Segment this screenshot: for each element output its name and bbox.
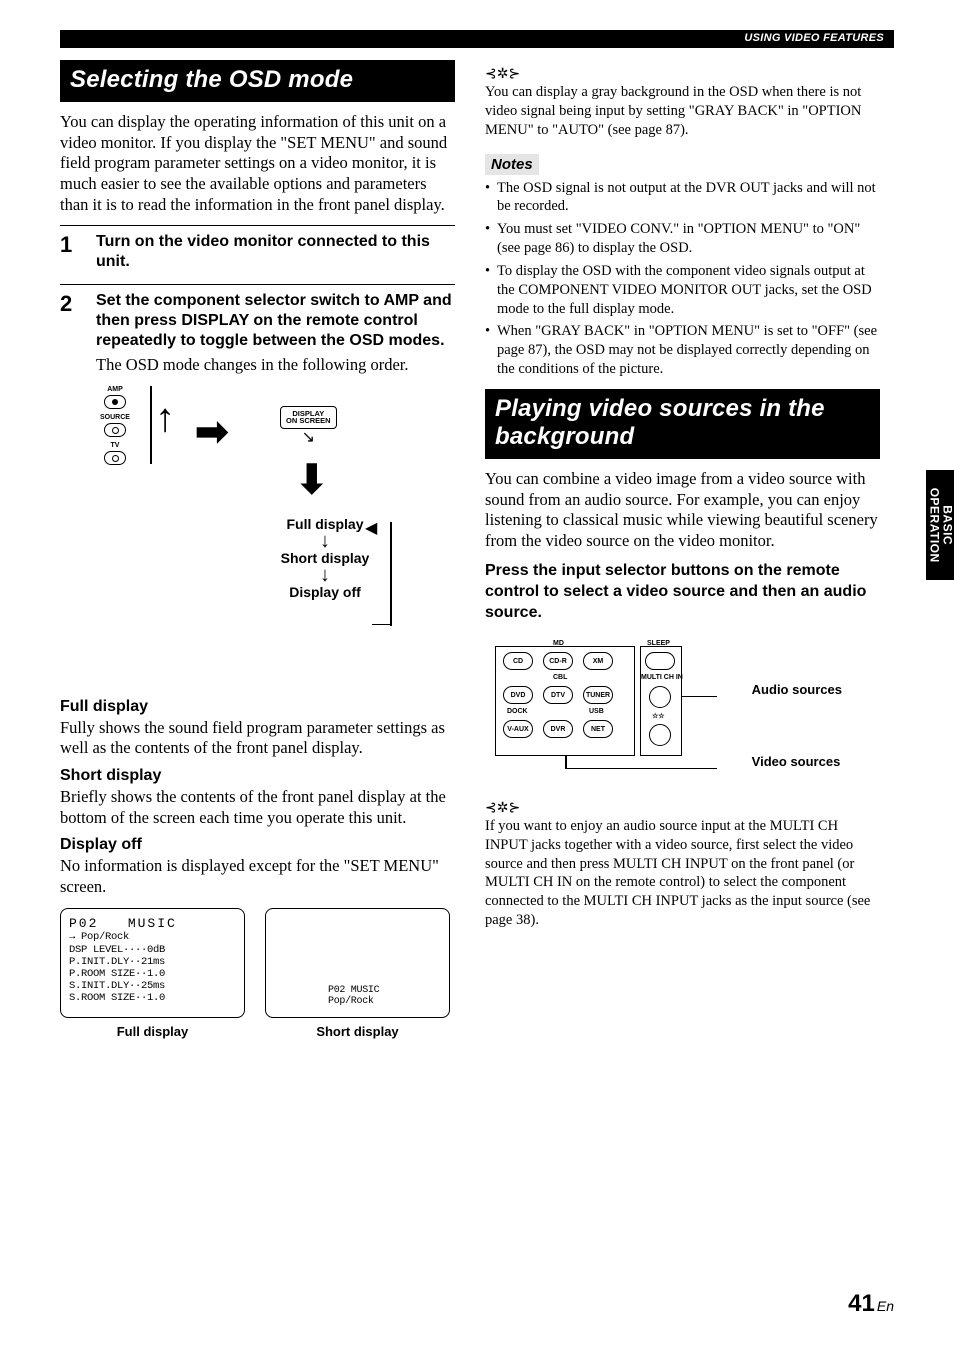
flow-diagram: AMP SOURCE TV ↑ ➡ DISPLAYON SCREEN ↘ ⬇ F… <box>90 386 455 686</box>
notes-heading: Notes <box>485 154 539 175</box>
btn-label: USB <box>589 708 604 715</box>
selector-switch-icon: AMP SOURCE TV <box>90 386 140 470</box>
step-title: Set the component selector switch to AMP… <box>96 291 455 351</box>
side-tab: BASICOPERATION <box>926 470 954 580</box>
header-bar: USING VIDEO FEATURES <box>60 30 894 48</box>
step-number: 2 <box>60 291 82 376</box>
remote-btn: DTV <box>543 686 573 704</box>
tip-text: You can display a gray background in the… <box>485 83 880 140</box>
tip-icon: ⊰✲⊱ <box>485 66 880 83</box>
osd-caption: Short display <box>265 1024 450 1039</box>
note-item: The OSD signal is not output at the DVR … <box>485 179 880 217</box>
section-title-osd: Selecting the OSD mode <box>60 60 455 102</box>
step-2: 2 Set the component selector switch to A… <box>60 291 455 376</box>
audio-sources-label: Audio sources <box>752 682 842 697</box>
connector-line <box>565 768 717 770</box>
instruction-text: Press the input selector buttons on the … <box>485 561 880 623</box>
page-number: 41En <box>848 1290 894 1318</box>
left-column: Selecting the OSD mode You can display t… <box>60 60 455 1039</box>
mode-description: Fully shows the sound field program para… <box>60 718 455 759</box>
remote-btn: V-AUX <box>503 720 533 738</box>
osd-caption: Full display <box>60 1024 245 1039</box>
remote-btn: CD <box>503 652 533 670</box>
osd-full-example: P02 MUSIC → Pop/Rock DSP LEVEL····0dB P.… <box>60 908 245 1039</box>
down-arrow-icon: ⬇ <box>295 456 329 503</box>
connector-line <box>565 756 567 768</box>
tip-text-2: If you want to enjoy an audio source inp… <box>485 817 880 930</box>
section-title-bg: Playing video sources in the background <box>485 389 880 459</box>
cycle-stages: Full display ◀ ↓ Short display ↓ Display… <box>250 516 400 600</box>
tip-icon: ⊰✲⊱ <box>485 800 880 817</box>
note-item: To display the OSD with the component vi… <box>485 262 880 319</box>
remote-circle-btn <box>649 724 671 746</box>
remote-btn: NET <box>583 720 613 738</box>
right-column: ⊰✲⊱ You can display a gray background in… <box>485 60 880 1039</box>
right-arrow-icon: ➡ <box>195 408 229 455</box>
note-item: When "GRAY BACK" in "OPTION MENU" is set… <box>485 322 880 379</box>
btn-label: DOCK <box>507 708 528 715</box>
step-title: Turn on the video monitor connected to t… <box>96 232 455 272</box>
remote-btn: DVR <box>543 720 573 738</box>
mode-description: Briefly shows the contents of the front … <box>60 787 455 828</box>
remote-btn: DVD <box>503 686 533 704</box>
star-icon: ☆☆ <box>652 712 665 720</box>
divider <box>60 284 455 285</box>
step-1: 1 Turn on the video monitor connected to… <box>60 232 455 276</box>
intro-text-2: You can combine a video image from a vid… <box>485 469 880 552</box>
remote-diagram: MD CD CD-R XM CBL DVD DTV TUNER DOCK USB… <box>495 640 752 780</box>
btn-label: SLEEP <box>647 640 670 647</box>
mode-heading: Full display <box>60 698 455 716</box>
step-description: The OSD mode changes in the following or… <box>96 355 455 376</box>
display-button-icon: DISPLAYON SCREEN ↘ <box>280 406 337 447</box>
step-number: 1 <box>60 232 82 276</box>
remote-btn: XM <box>583 652 613 670</box>
remote-btn <box>645 652 675 670</box>
mode-description: No information is displayed except for t… <box>60 856 455 897</box>
remote-circle-btn <box>649 686 671 708</box>
vertical-line-icon <box>150 386 152 464</box>
intro-text: You can display the operating informatio… <box>60 112 455 215</box>
btn-label: MULTI CH IN <box>641 674 683 681</box>
divider <box>60 225 455 226</box>
osd-short-example: P02 MUSIC Pop/Rock Short display <box>265 908 450 1039</box>
video-sources-label: Video sources <box>752 754 841 769</box>
header-section: USING VIDEO FEATURES <box>744 32 884 44</box>
remote-btn: TUNER <box>583 686 613 704</box>
note-item: You must set "VIDEO CONV." in "OPTION ME… <box>485 220 880 258</box>
btn-label: MD <box>553 640 564 647</box>
up-arrow-icon: ↑ <box>155 394 175 441</box>
notes-list: The OSD signal is not output at the DVR … <box>485 179 880 379</box>
connector-line <box>682 696 717 698</box>
remote-btn: CD-R <box>543 652 573 670</box>
btn-label: CBL <box>553 674 567 681</box>
mode-heading: Short display <box>60 767 455 785</box>
mode-heading: Display off <box>60 836 455 854</box>
